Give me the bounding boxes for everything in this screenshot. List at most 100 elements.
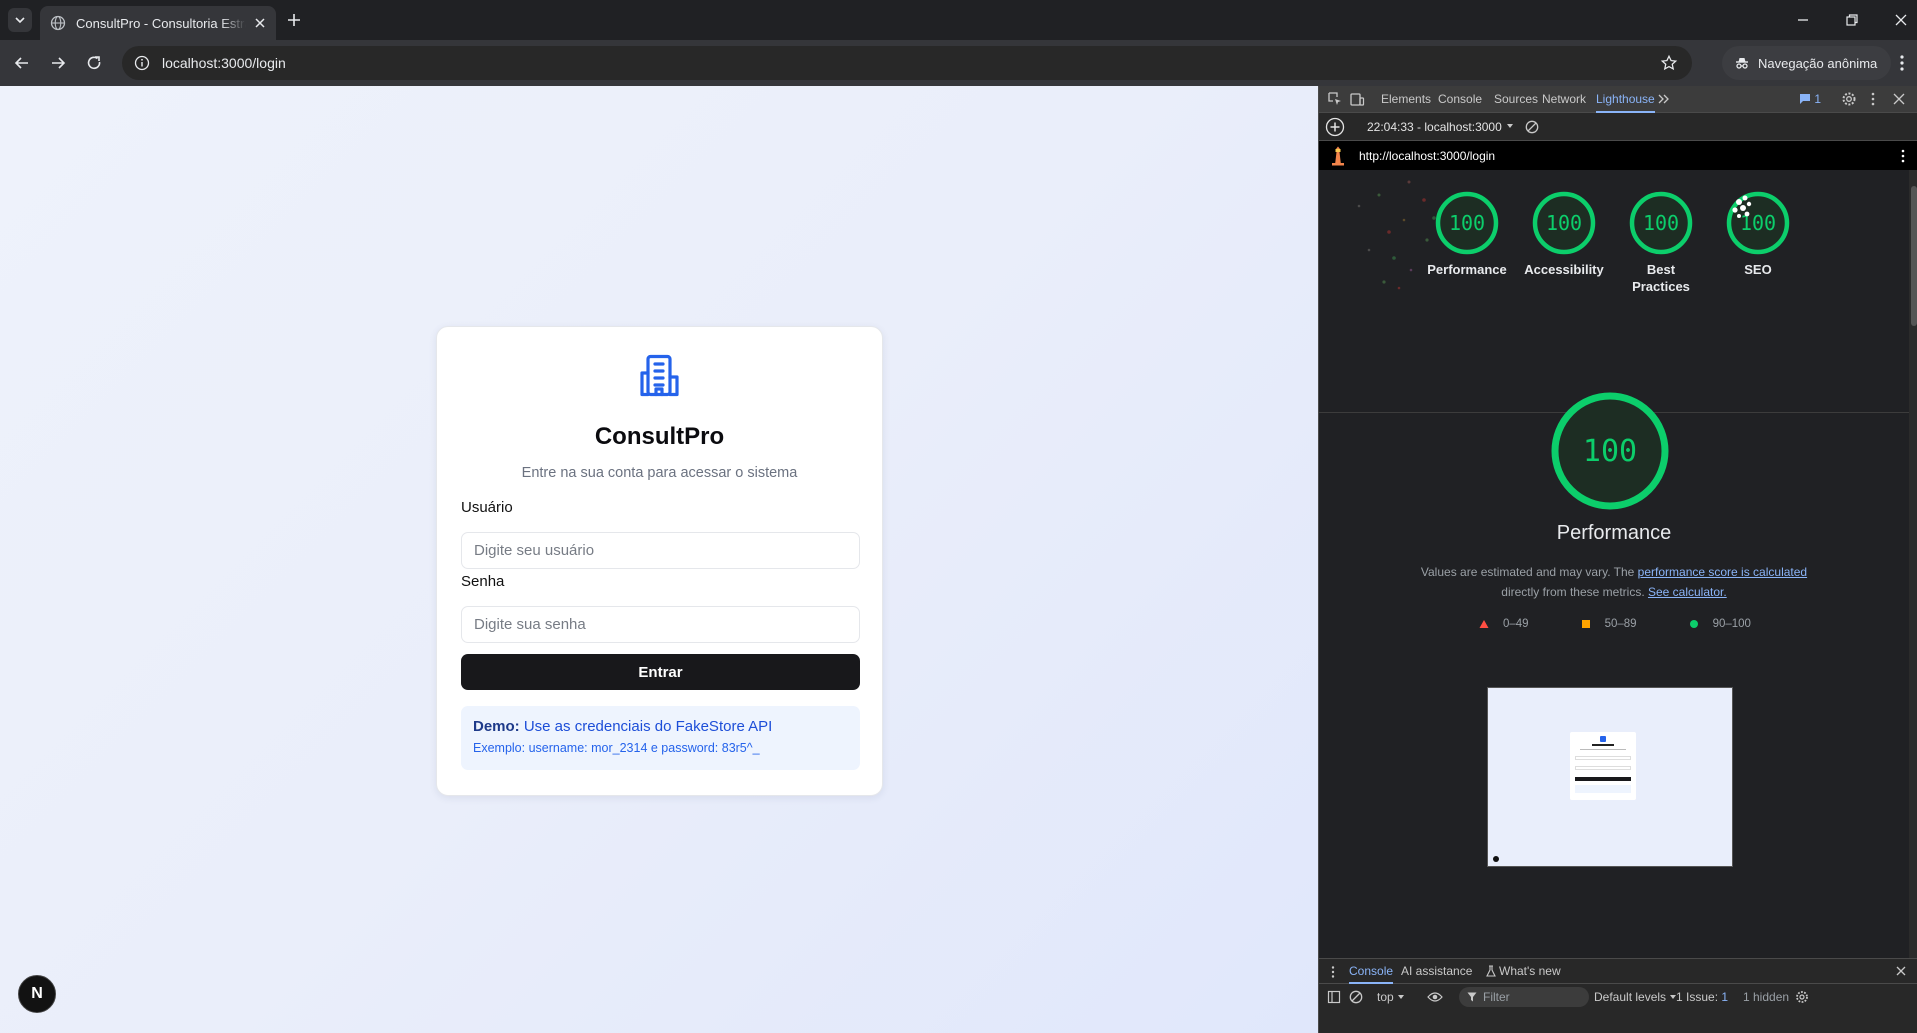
report-menu-icon[interactable]: [1897, 148, 1909, 164]
score-gauge-best-practices[interactable]: 100 Best Practices: [1621, 190, 1701, 296]
url-text: localhost:3000/login: [162, 55, 286, 71]
tab-search-button[interactable]: [8, 8, 32, 32]
score-gauge-seo[interactable]: 100 SEO: [1718, 190, 1798, 279]
score-ring: 100: [1629, 191, 1693, 255]
password-label: Senha: [461, 573, 505, 590]
drawer-tab-bar: Console AI assistance What's new: [1319, 959, 1917, 984]
log-levels-dropdown[interactable]: Default levels: [1594, 990, 1677, 1004]
lighthouse-report: 100 Performance 100 Accessibility 100 Be…: [1319, 170, 1909, 958]
login-submit-button[interactable]: Entrar: [461, 654, 860, 690]
incognito-indicator[interactable]: Navegação anônima: [1722, 46, 1892, 80]
clear-console-icon[interactable]: [1349, 990, 1363, 1004]
report-scrollbar-thumb[interactable]: [1911, 186, 1917, 326]
score-ring: 100: [1726, 191, 1790, 255]
chevron-down-icon: [1398, 995, 1405, 999]
score-ring: 100: [1532, 191, 1596, 255]
close-tab-icon[interactable]: [252, 15, 268, 31]
inspect-element-icon[interactable]: [1327, 91, 1343, 107]
new-report-icon[interactable]: [1325, 117, 1345, 137]
context-selector[interactable]: top: [1377, 990, 1405, 1004]
page-viewport: ConsultPro Entre na sua conta para acess…: [0, 86, 1318, 1033]
thumbnail-card: [1570, 732, 1636, 800]
score-ring: 100: [1435, 191, 1499, 255]
final-screenshot-thumbnail[interactable]: [1487, 687, 1733, 867]
lighthouse-url-bar: http://localhost:3000/login: [1319, 141, 1917, 170]
legend-fail-label: 0–49: [1503, 618, 1529, 630]
close-devtools-icon[interactable]: [1891, 91, 1907, 107]
brand-title: ConsultPro: [594, 423, 725, 450]
device-toolbar-icon[interactable]: [1349, 91, 1365, 107]
score-value: 100: [1643, 211, 1679, 235]
report-selector[interactable]: 22:04:33 - localhost:3000: [1367, 120, 1515, 134]
tab-title: ConsultPro - Consultoria Estratégica: [76, 15, 246, 31]
restore-icon[interactable]: [1842, 10, 1862, 30]
drawer-tab-ai-assistance[interactable]: AI assistance: [1401, 959, 1472, 984]
drawer-tab-console[interactable]: Console: [1349, 959, 1394, 984]
flask-icon: [1486, 965, 1496, 977]
forward-icon[interactable]: [48, 53, 68, 73]
legend-average-label: 50–89: [1604, 618, 1637, 630]
devtools-panel: Elements Console Sources Network Lightho…: [1318, 86, 1917, 1033]
minimize-icon[interactable]: [1793, 10, 1813, 30]
demo-example: Exemplo: username: mor_2314 e password: …: [473, 741, 760, 755]
tab-elements[interactable]: Elements: [1381, 86, 1431, 113]
score-value: 100: [1546, 211, 1582, 235]
tab-lighthouse[interactable]: Lighthouse: [1596, 86, 1655, 113]
score-value: 100: [1449, 211, 1485, 235]
demo-description: Use as credenciais do FakeStore API: [523, 718, 773, 735]
username-input[interactable]: [461, 532, 860, 569]
address-bar[interactable]: localhost:3000/login: [122, 46, 1692, 80]
browser-toolbar: localhost:3000/login Navegação anônima: [0, 40, 1917, 86]
tab-network[interactable]: Network: [1542, 86, 1586, 113]
circle-icon: [1689, 620, 1698, 628]
more-tabs-icon[interactable]: [1655, 91, 1671, 107]
filter-placeholder: Filter: [1483, 990, 1510, 1004]
nextjs-devtools-button[interactable]: N: [18, 975, 56, 1013]
drawer-menu-icon[interactable]: [1327, 965, 1339, 979]
score-label: Best Practices: [1632, 262, 1690, 294]
bookmark-star-icon[interactable]: [1660, 54, 1678, 72]
desc-text-2: directly from these metrics.: [1501, 585, 1648, 599]
clear-reports-icon[interactable]: [1525, 120, 1539, 134]
message-icon: [1800, 94, 1810, 104]
sidebar-toggle-icon[interactable]: [1327, 990, 1341, 1004]
building-icon: [640, 354, 679, 397]
demo-title: Demo:: [473, 718, 520, 735]
lighthouse-toolbar: 22:04:33 - localhost:3000: [1319, 113, 1917, 141]
live-expression-eye-icon[interactable]: [1427, 990, 1443, 1004]
password-input[interactable]: [461, 606, 860, 643]
reload-icon[interactable]: [84, 53, 104, 73]
demo-info-box: Demo: Use as credenciais do FakeStore AP…: [461, 706, 860, 770]
back-icon[interactable]: [12, 53, 32, 73]
site-info-icon[interactable]: [134, 55, 150, 71]
close-drawer-icon[interactable]: [1895, 965, 1907, 977]
legend-average: 50–89: [1581, 618, 1637, 630]
issues-text: 1 Issue:: [1676, 990, 1719, 1004]
score-label: Accessibility: [1524, 262, 1604, 277]
main-score-label: Performance: [1556, 522, 1672, 544]
tab-sources[interactable]: Sources: [1494, 86, 1538, 113]
score-gauge-performance[interactable]: 100 Performance: [1427, 190, 1507, 279]
issues-badge[interactable]: 1: [1799, 92, 1821, 106]
demo-info-text: Demo: Use as credenciais do FakeStore AP…: [473, 718, 848, 735]
drawer-tab-whats-new[interactable]: What's new: [1499, 959, 1561, 984]
score-gauge-accessibility[interactable]: 100 Accessibility: [1524, 190, 1604, 279]
browser-menu-icon[interactable]: [1892, 53, 1912, 73]
main-score-value: 100: [1583, 434, 1637, 469]
console-issues-link[interactable]: 1 Issue: 1: [1676, 990, 1728, 1004]
browser-tab-bar: ConsultPro - Consultoria Estratégica: [0, 0, 1917, 40]
console-toolbar: top Filter Default levels 1 Issue: 1 1 h…: [1319, 984, 1917, 1010]
settings-gear-icon[interactable]: [1841, 91, 1857, 107]
score-label: SEO: [1744, 262, 1772, 277]
browser-tab[interactable]: ConsultPro - Consultoria Estratégica: [40, 6, 276, 40]
score-calculated-link[interactable]: performance score is calculated: [1638, 565, 1807, 579]
incognito-label: Navegação anônima: [1758, 55, 1878, 71]
tab-console[interactable]: Console: [1438, 86, 1482, 113]
devtools-menu-icon[interactable]: [1865, 91, 1881, 107]
see-calculator-link[interactable]: See calculator.: [1648, 585, 1727, 599]
console-settings-gear-icon[interactable]: [1795, 990, 1809, 1004]
close-window-icon[interactable]: [1891, 10, 1911, 30]
new-tab-icon[interactable]: [284, 10, 304, 30]
score-description: Values are estimated and may vary. The p…: [1379, 562, 1849, 602]
console-filter-input[interactable]: Filter: [1459, 987, 1589, 1007]
